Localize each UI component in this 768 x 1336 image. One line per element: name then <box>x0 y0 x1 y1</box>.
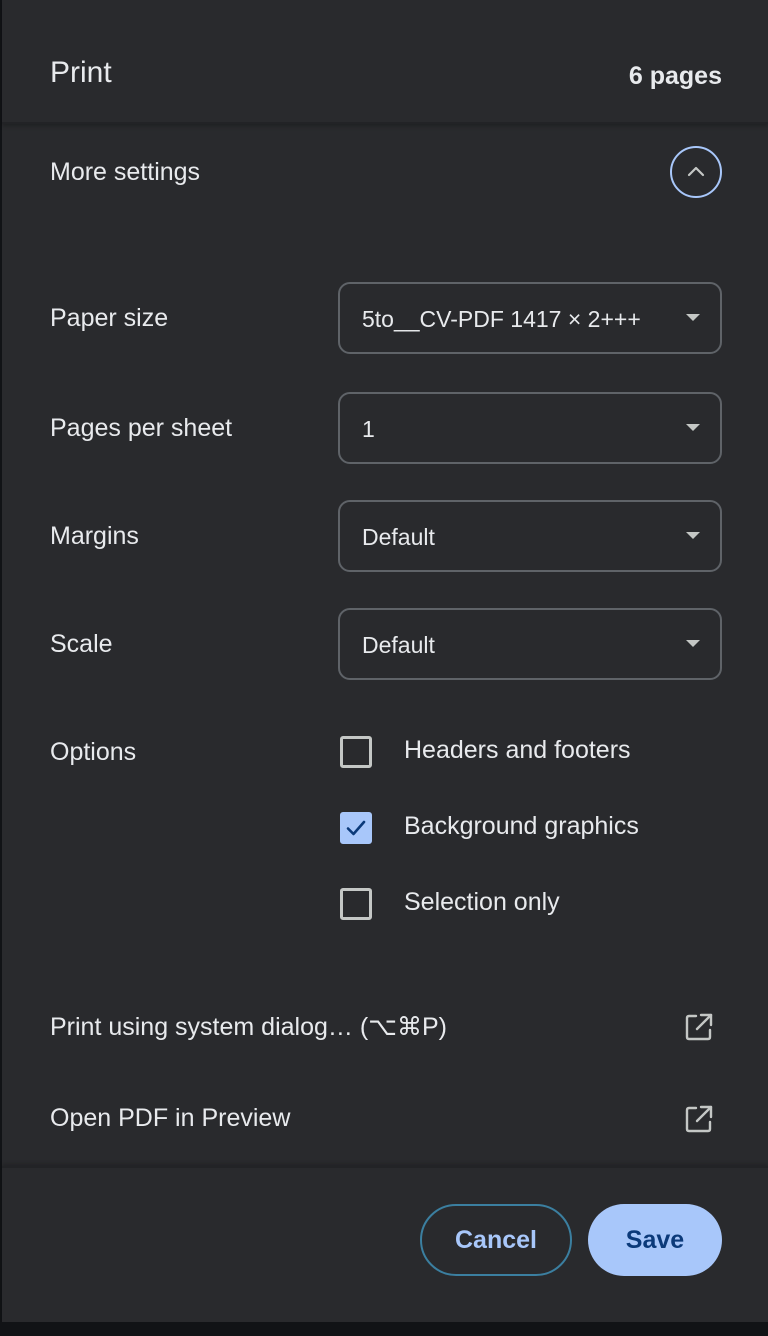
open-in-new-icon <box>685 1105 713 1133</box>
option-selection-only[interactable]: Selection only <box>338 884 738 924</box>
checkbox-label: Headers and footers <box>404 736 631 764</box>
pages-per-sheet-label: Pages per sheet <box>50 414 233 442</box>
paper-size-label: Paper size <box>50 304 169 332</box>
scale-label: Scale <box>50 630 113 658</box>
system-dialog-label: Print using system dialog… (⌥⌘P) <box>50 1013 447 1041</box>
print-header: Print 6 pages <box>2 0 768 124</box>
dropdown-arrow-icon <box>686 640 700 647</box>
margins-value: Default <box>362 524 435 550</box>
page-count: 6 pages <box>628 62 722 90</box>
margins-select[interactable]: Default <box>338 500 722 572</box>
dropdown-arrow-icon <box>686 314 700 321</box>
open-preview-label: Open PDF in Preview <box>50 1104 291 1132</box>
checkbox-label: Background graphics <box>404 812 639 840</box>
dropdown-arrow-icon <box>686 424 700 431</box>
checkbox-label: Selection only <box>404 888 560 916</box>
collapse-button[interactable] <box>670 146 722 198</box>
cancel-button[interactable]: Cancel <box>420 1204 572 1276</box>
page-title: Print <box>50 56 112 89</box>
window-edge <box>0 1322 768 1336</box>
option-background-graphics[interactable]: Background graphics <box>338 808 738 848</box>
selection-only-checkbox[interactable] <box>340 888 372 920</box>
background-graphics-checkbox[interactable] <box>340 812 372 844</box>
headers-footers-checkbox[interactable] <box>340 736 372 768</box>
checkmark-icon <box>346 820 366 836</box>
open-pdf-preview-link[interactable]: Open PDF in Preview <box>2 1080 768 1160</box>
save-button[interactable]: Save <box>588 1204 722 1276</box>
dropdown-arrow-icon <box>686 532 700 539</box>
open-in-new-icon <box>685 1013 713 1041</box>
more-settings-toggle[interactable]: More settings <box>2 124 768 224</box>
more-settings-label: More settings <box>50 158 201 186</box>
margins-label: Margins <box>50 522 139 550</box>
option-headers-footers[interactable]: Headers and footers <box>338 732 738 772</box>
print-system-dialog-link[interactable]: Print using system dialog… (⌥⌘P) <box>2 988 768 1068</box>
scale-value: Default <box>362 632 435 658</box>
options-label: Options <box>50 738 137 766</box>
dialog-footer: Cancel Save <box>2 1166 768 1324</box>
chevron-up-icon <box>687 166 705 177</box>
scale-select[interactable]: Default <box>338 608 722 680</box>
pages-per-sheet-select[interactable]: 1 <box>338 392 722 464</box>
pages-per-sheet-value: 1 <box>362 416 375 442</box>
paper-size-value: 5to__CV-PDF 1417 × 2+++ <box>362 306 641 332</box>
paper-size-select[interactable]: 5to__CV-PDF 1417 × 2+++ <box>338 282 722 354</box>
print-settings-panel: Print 6 pages More settings Paper size 5… <box>2 0 768 1322</box>
